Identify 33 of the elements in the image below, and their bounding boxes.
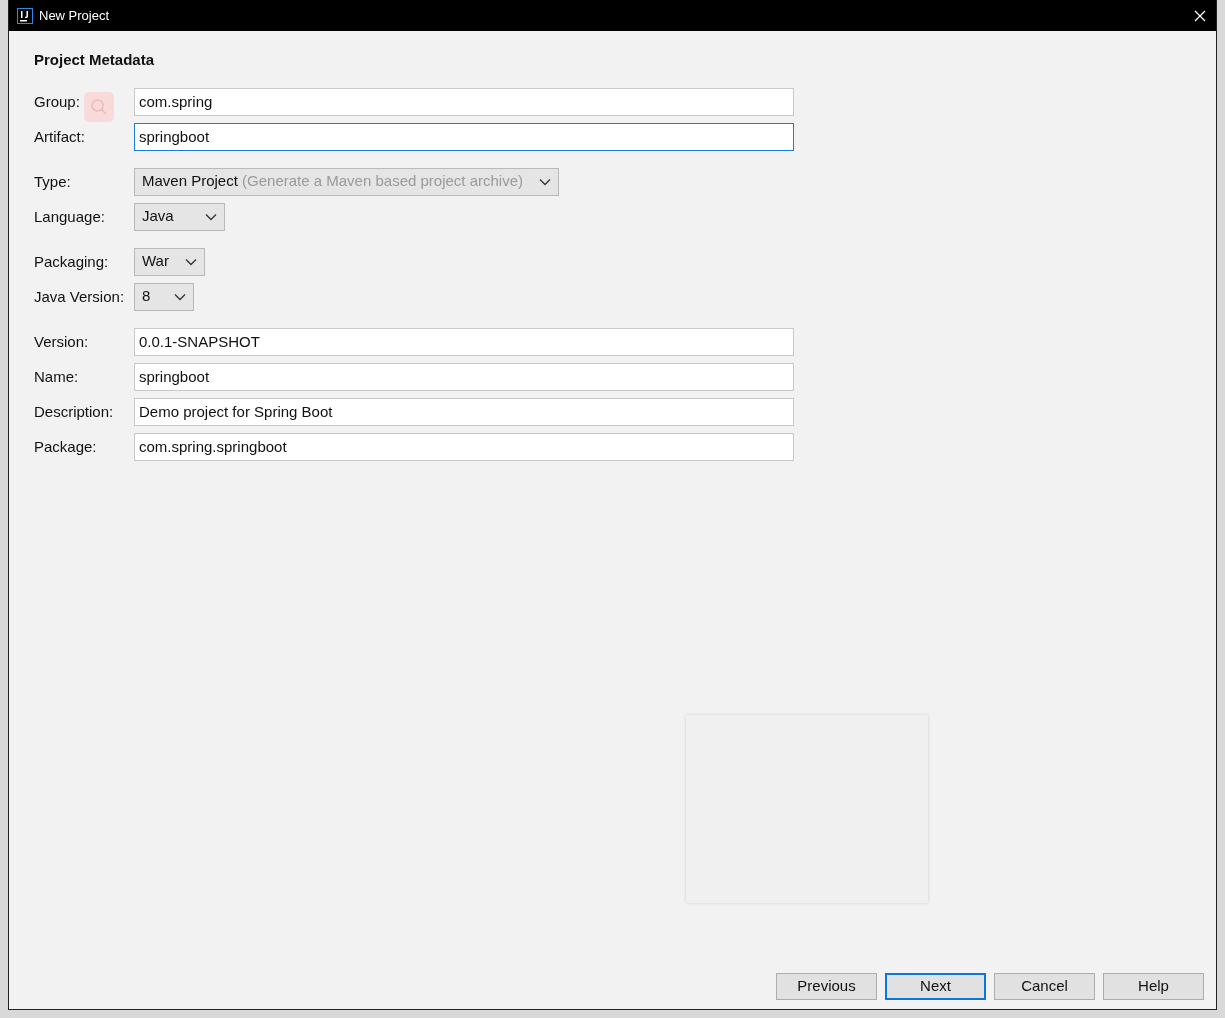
field-label: Packaging: <box>34 252 109 270</box>
field-label: Version: <box>34 332 89 350</box>
text-field[interactable]: com.spring.springboot <box>134 432 794 461</box>
chevron-down-icon <box>205 212 217 221</box>
dropdown[interactable]: Maven Project (Generate a Maven based project archive) <box>134 167 559 196</box>
dropdown[interactable]: Java <box>134 202 225 231</box>
window-title: New Project <box>39 6 111 25</box>
field-label: Type: <box>34 172 71 190</box>
section-title: Project Metadata <box>34 50 156 70</box>
field-label: Group: <box>34 92 80 110</box>
text-field[interactable]: Demo project for Spring Boot <box>134 397 794 426</box>
field-label: Artifact: <box>34 127 85 145</box>
dropdown[interactable]: 8 <box>134 282 194 311</box>
text-field[interactable]: springboot <box>134 122 794 151</box>
field-label: Description: <box>34 402 114 420</box>
dialog-button[interactable]: Next <box>885 973 986 1000</box>
chevron-down-icon <box>539 177 551 186</box>
text-field[interactable]: com.spring <box>134 87 794 116</box>
chevron-down-icon <box>174 292 186 301</box>
dropdown[interactable]: War <box>134 247 205 276</box>
field-label: Java Version: <box>34 287 125 305</box>
field-label: Language: <box>34 207 105 225</box>
field-label: Package: <box>34 437 97 455</box>
dialog-button[interactable]: Previous <box>776 973 877 1000</box>
search-icon <box>90 98 108 116</box>
field-label: Name: <box>34 367 79 385</box>
text-field[interactable]: springboot <box>134 362 794 391</box>
app-logo-icon <box>17 7 33 24</box>
text-field[interactable]: 0.0.1-SNAPSHOT <box>134 327 794 356</box>
close-icon[interactable] <box>1194 9 1206 22</box>
dialog-button[interactable]: Cancel <box>994 973 1095 1000</box>
chevron-down-icon <box>185 257 197 266</box>
dialog-button[interactable]: Help <box>1103 973 1204 1000</box>
